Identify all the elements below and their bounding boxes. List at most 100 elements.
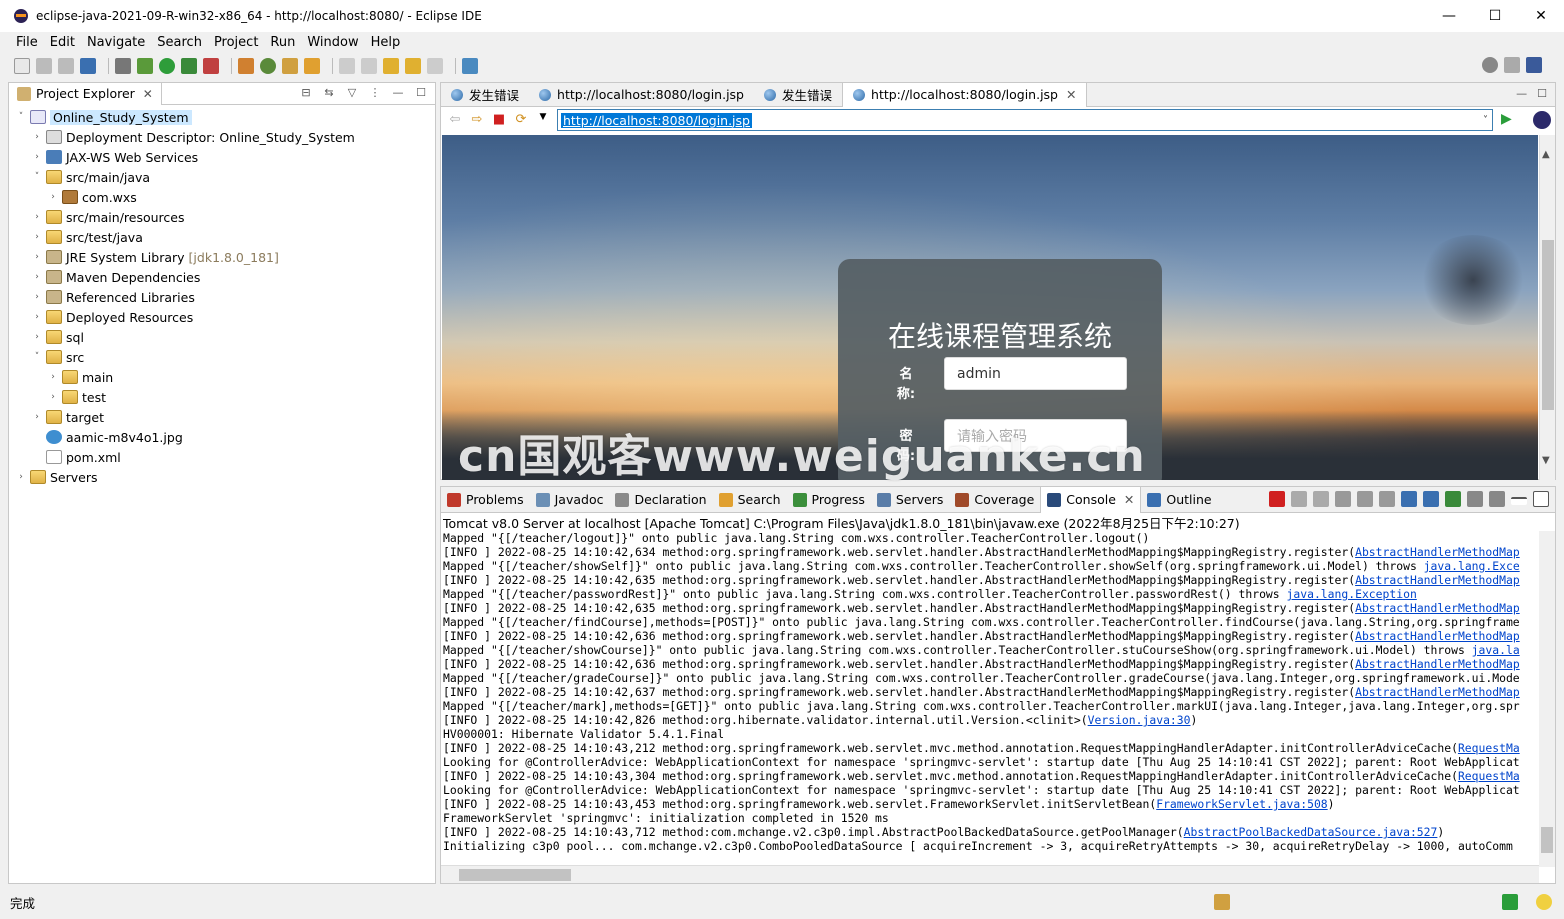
console-horizontal-scrollbar[interactable] (441, 865, 1539, 883)
expanded-chevron-icon[interactable]: ˅ (15, 112, 27, 122)
tree-item[interactable]: › sql (9, 327, 435, 347)
tree-item[interactable]: › Servers (9, 467, 435, 487)
tab-coverage[interactable]: Coverage (949, 487, 1040, 513)
chevron-down-icon[interactable]: ▼ (535, 112, 551, 128)
scroll-thumb[interactable] (1541, 827, 1553, 853)
source-link[interactable]: Version.java:30 (1088, 713, 1191, 727)
collapsed-chevron-icon[interactable]: › (31, 152, 43, 162)
status-icon[interactable] (1214, 894, 1230, 910)
page-scrollbar[interactable]: ▲ ▼ (1539, 135, 1555, 480)
close-window-button[interactable]: ✕ (1518, 0, 1564, 32)
collapse-all-icon[interactable]: ⊟ (298, 86, 314, 102)
expanded-chevron-icon[interactable]: ˅ (31, 352, 43, 362)
url-bar[interactable]: http://localhost:8080/login.jsp ˅ (557, 109, 1493, 131)
editor-tab[interactable]: http://localhost:8080/login.jsp (529, 83, 754, 107)
collapsed-chevron-icon[interactable]: › (31, 212, 43, 222)
menu-item-project[interactable]: Project (214, 35, 258, 50)
pin-editor-icon[interactable] (462, 58, 478, 74)
tab-search[interactable]: Search (713, 487, 787, 513)
collapsed-chevron-icon[interactable]: › (47, 392, 59, 402)
tab-progress[interactable]: Progress (787, 487, 871, 513)
source-link[interactable]: AbstractHandlerMethodMap (1355, 685, 1520, 699)
tree-item[interactable]: ˅ src/main/java (9, 167, 435, 187)
source-link[interactable]: AbstractHandlerMethodMap (1355, 657, 1520, 671)
eclipse-browser-icon[interactable] (1533, 111, 1551, 129)
refresh-icon[interactable]: ⟳ (513, 112, 529, 128)
menu-item-file[interactable]: File (16, 35, 38, 50)
collapsed-chevron-icon[interactable]: › (31, 132, 43, 142)
open-console-icon[interactable] (1489, 491, 1505, 507)
url-history-chevron-icon[interactable]: ˅ (1483, 115, 1488, 126)
source-link[interactable]: RequestMa (1458, 741, 1520, 755)
maximize-view-icon[interactable] (1533, 491, 1549, 507)
menu-item-edit[interactable]: Edit (50, 35, 75, 50)
tree-item[interactable]: › src/main/resources (9, 207, 435, 227)
terminal-icon[interactable] (80, 58, 96, 74)
open-perspective-icon[interactable] (1504, 57, 1520, 73)
java-ee-perspective-icon[interactable] (1526, 57, 1542, 73)
console-vertical-scrollbar[interactable] (1539, 531, 1555, 867)
tree-item[interactable]: › JAX-WS Web Services (9, 147, 435, 167)
tab-declaration[interactable]: Declaration (609, 487, 712, 513)
tree-item[interactable]: › test (9, 387, 435, 407)
username-input[interactable]: admin (944, 357, 1127, 390)
tree-item[interactable]: aamic-m8v4o1.jpg (9, 427, 435, 447)
tree-item[interactable]: › Deployment Descriptor: Online_Study_Sys… (9, 127, 435, 147)
previous-annotation-icon[interactable] (361, 58, 377, 74)
save-all-icon[interactable] (58, 58, 74, 74)
source-link[interactable]: java.lang.Exce (1424, 559, 1520, 573)
close-icon[interactable]: ✕ (1066, 87, 1076, 102)
tab-console[interactable]: Console ✕ (1040, 486, 1142, 513)
display-console-icon[interactable] (1467, 491, 1483, 507)
clear-console-icon[interactable] (1335, 491, 1351, 507)
maximize-view-icon[interactable]: ☐ (1537, 87, 1547, 100)
collapsed-chevron-icon[interactable]: › (31, 272, 43, 282)
source-link[interactable]: RequestMa (1458, 769, 1520, 783)
menu-item-help[interactable]: Help (371, 35, 401, 50)
scroll-thumb[interactable] (1542, 240, 1554, 410)
tree-item[interactable]: › Maven Dependencies (9, 267, 435, 287)
scroll-up-icon[interactable]: ▲ (1542, 149, 1550, 160)
tree-item[interactable]: pom.xml (9, 447, 435, 467)
filter-icon[interactable]: ▽ (344, 86, 360, 102)
source-link[interactable]: FrameworkServlet.java:508 (1156, 797, 1327, 811)
minimize-view-icon[interactable] (1511, 497, 1527, 505)
tree-item[interactable]: › Deployed Resources (9, 307, 435, 327)
browser-forward-icon[interactable]: ⇨ (469, 112, 485, 128)
maximize-view-icon[interactable]: ☐ (413, 86, 429, 102)
tree-item[interactable]: › Referenced Libraries (9, 287, 435, 307)
editor-tab[interactable]: 发生错误 (754, 83, 842, 107)
url-text[interactable]: http://localhost:8080/login.jsp (561, 112, 752, 128)
search-icon[interactable] (1482, 57, 1498, 73)
source-link[interactable]: AbstractHandlerMethodMap (1355, 601, 1520, 615)
word-wrap-icon[interactable] (1379, 491, 1395, 507)
tab-outline[interactable]: Outline (1141, 487, 1217, 513)
tree-item[interactable]: › JRE System Library [jdk1.8.0_181] (9, 247, 435, 267)
view-menu-icon[interactable]: ⋮ (367, 86, 383, 102)
browser-back-icon[interactable]: ⇦ (447, 112, 463, 128)
tree-item[interactable]: › src/test/java (9, 227, 435, 247)
collapsed-chevron-icon[interactable]: › (31, 232, 43, 242)
forward-icon[interactable] (427, 58, 443, 74)
pin-console-icon[interactable] (1445, 491, 1461, 507)
back-icon[interactable] (405, 58, 421, 74)
collapsed-chevron-icon[interactable]: › (31, 332, 43, 342)
editor-tab[interactable]: 发生错误 (441, 83, 529, 107)
collapsed-chevron-icon[interactable]: › (31, 412, 43, 422)
show-on-stderr-icon[interactable] (1423, 491, 1439, 507)
maximize-button[interactable]: ☐ (1472, 0, 1518, 32)
collapsed-chevron-icon[interactable]: › (47, 372, 59, 382)
new-java-project-icon[interactable] (238, 58, 254, 74)
menu-item-navigate[interactable]: Navigate (87, 35, 145, 50)
collapsed-chevron-icon[interactable]: › (31, 252, 43, 262)
scroll-down-icon[interactable]: ▼ (1542, 455, 1550, 466)
source-link[interactable]: AbstractPoolBackedDataSource.java:527 (1184, 825, 1438, 839)
menu-item-window[interactable]: Window (307, 35, 358, 50)
tree-item[interactable]: ˅ Online_Study_System (9, 107, 435, 127)
tab-problems[interactable]: Problems (441, 487, 530, 513)
minimize-view-icon[interactable]: — (1516, 87, 1527, 100)
menu-item-run[interactable]: Run (270, 35, 295, 50)
go-icon[interactable]: ▶ (1501, 111, 1512, 127)
collapsed-chevron-icon[interactable]: › (31, 312, 43, 322)
console-output[interactable]: Mapped "{[/teacher/logout]}" onto public… (441, 531, 1539, 863)
